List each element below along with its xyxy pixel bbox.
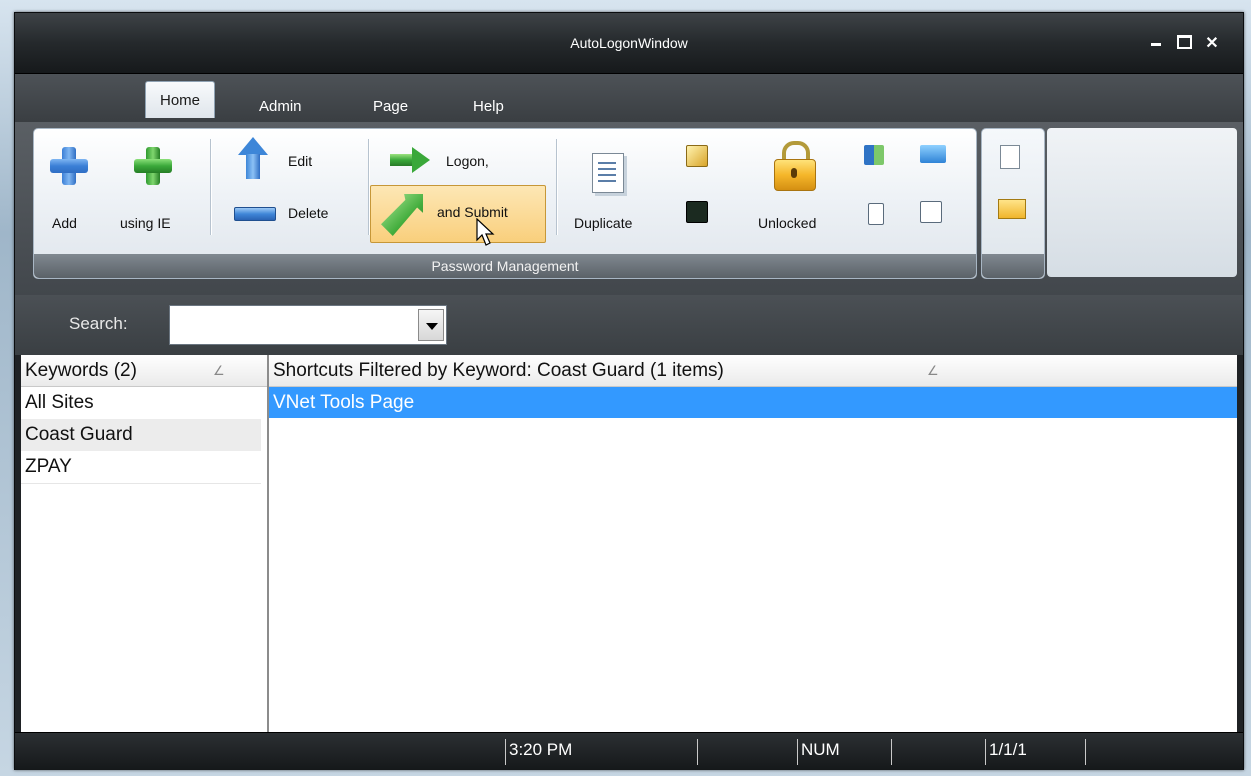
status-num: NUM <box>801 740 840 759</box>
unlocked-label: Unlocked <box>758 215 817 231</box>
minimize-icon <box>1151 43 1161 46</box>
window-title: AutoLogonWindow <box>570 35 688 51</box>
chevron-down-icon[interactable] <box>418 309 444 341</box>
close-icon: ✕ <box>1205 35 1219 52</box>
ribbon-empty-area <box>1047 128 1237 277</box>
logon-button[interactable]: Logon, <box>374 137 550 181</box>
group-caption-blank <box>982 254 1044 278</box>
add-using-ie-button[interactable]: using IE <box>112 139 202 239</box>
search-input[interactable] <box>172 308 416 342</box>
import-export-icon[interactable] <box>864 145 884 165</box>
layout-icon[interactable] <box>920 201 942 223</box>
add-label: Add <box>52 215 77 231</box>
unlocked-button[interactable]: Unlocked <box>746 135 846 245</box>
tab-admin[interactable]: Admin <box>253 92 308 122</box>
ribbon: Add using IE Edit Delete Logon, and Subm… <box>15 122 1243 295</box>
keywords-column-header[interactable]: Keywords (2) ∠ <box>21 355 267 387</box>
terminal-icon[interactable] <box>686 201 708 223</box>
search-label: Search: <box>69 314 128 333</box>
sort-icon: ∠ <box>213 363 225 378</box>
edit-button[interactable]: Edit <box>230 137 360 181</box>
status-page: 1/1/1 <box>989 740 1027 759</box>
search-bar: Search: <box>15 295 1243 355</box>
shortcut-row[interactable]: VNet Tools Page <box>269 387 1237 418</box>
keywords-header-label: Keywords (2) <box>25 360 137 381</box>
tab-help[interactable]: Help <box>467 92 510 122</box>
add-ie-label: using IE <box>120 215 171 231</box>
shortcuts-panel: Shortcuts Filtered by Keyword: Coast Gua… <box>269 355 1237 732</box>
page-icon[interactable] <box>1000 145 1020 169</box>
delete-button[interactable]: Delete <box>230 195 360 231</box>
add-ie-icon <box>134 147 172 185</box>
keyword-item-selected[interactable]: Coast Guard <box>21 419 261 451</box>
search-combobox[interactable] <box>169 305 447 345</box>
maximize-button[interactable] <box>1173 33 1195 54</box>
title-bar[interactable]: AutoLogonWindow ✕ <box>15 13 1243 74</box>
minimize-button[interactable] <box>1145 33 1167 51</box>
keywords-panel: Keywords (2) ∠ All Sites Coast Guard ZPA… <box>21 355 269 732</box>
delete-label: Delete <box>288 205 329 221</box>
notes-icon[interactable] <box>686 145 708 167</box>
up-arrow-icon <box>238 137 268 179</box>
duplicate-button[interactable]: Duplicate <box>564 139 664 239</box>
app-window: AutoLogonWindow ✕ Admin Page Help Home A… <box>14 12 1244 770</box>
close-button[interactable]: ✕ <box>1201 33 1223 53</box>
diagonal-arrow-icon <box>381 194 423 236</box>
group-caption: Password Management <box>34 254 976 278</box>
open-folder-icon[interactable] <box>998 199 1026 219</box>
ribbon-separator <box>210 139 212 235</box>
edit-label: Edit <box>288 153 313 169</box>
document-copy-icon <box>592 153 624 193</box>
duplicate-label: Duplicate <box>574 215 633 231</box>
shortcuts-header-label: Shortcuts Filtered by Keyword: Coast Gua… <box>273 360 724 381</box>
delete-icon <box>234 207 276 221</box>
shortcuts-column-header[interactable]: Shortcuts Filtered by Keyword: Coast Gua… <box>269 355 1237 387</box>
ribbon-group-password-management: Add using IE Edit Delete Logon, and Subm… <box>33 128 977 279</box>
maximize-icon <box>1176 35 1192 49</box>
logon-label: Logon, <box>446 153 489 169</box>
ribbon-separator <box>556 139 558 235</box>
logon-submit-button[interactable]: and Submit <box>370 185 546 243</box>
tab-page[interactable]: Page <box>367 92 414 122</box>
keyword-item[interactable]: ZPAY <box>21 451 261 484</box>
download-icon[interactable] <box>868 203 884 225</box>
right-arrow-icon <box>390 147 430 173</box>
lock-icon <box>774 141 816 191</box>
status-bar: 3:20 PM NUM 1/1/1 <box>15 732 1243 770</box>
status-time: 3:20 PM <box>509 740 573 759</box>
sort-icon: ∠ <box>927 363 939 378</box>
ribbon-group-file <box>981 128 1045 279</box>
add-icon <box>50 147 88 185</box>
monitor-icon[interactable] <box>920 145 946 163</box>
add-button[interactable]: Add <box>44 139 94 239</box>
keyword-item[interactable]: All Sites <box>21 387 261 419</box>
mouse-pointer-icon <box>476 218 495 246</box>
tab-home[interactable]: Home <box>145 81 216 118</box>
